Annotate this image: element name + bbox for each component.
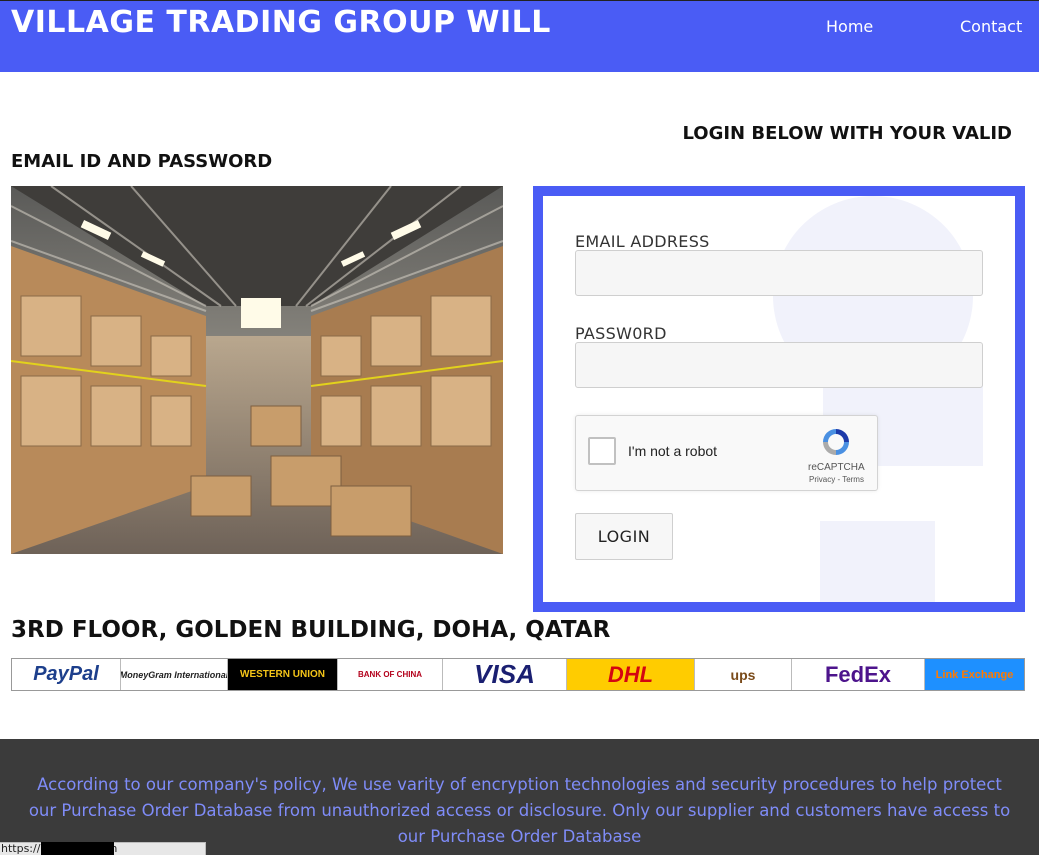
redaction-block bbox=[41, 842, 114, 855]
company-address: 3RD FLOOR, GOLDEN BUILDING, DOHA, QATAR bbox=[11, 617, 611, 643]
login-instruction-line2: EMAIL ID AND PASSWORD bbox=[11, 151, 273, 172]
dhl-logo: DHL bbox=[567, 659, 695, 690]
visa-logo: VISA bbox=[443, 659, 567, 690]
recaptcha-checkbox[interactable] bbox=[588, 437, 616, 465]
nav-home-link[interactable]: Home bbox=[826, 17, 873, 36]
site-header: VILLAGE TRADING GROUP WILL Home Contact bbox=[0, 0, 1039, 72]
login-button[interactable]: LOGIN bbox=[575, 513, 673, 560]
site-title: VILLAGE TRADING GROUP WILL bbox=[11, 5, 551, 40]
link-exchange-logo: Link Exchange bbox=[925, 659, 1024, 690]
password-label: PASSW0RD bbox=[575, 324, 667, 343]
recaptcha-label: I'm not a robot bbox=[628, 443, 718, 459]
recaptcha-terms-link[interactable]: Privacy - Terms bbox=[809, 475, 864, 484]
paypal-logo: PayPal bbox=[12, 659, 121, 690]
login-form-frame: EMAIL ADDRESS PASSW0RD I'm not a robot r… bbox=[533, 186, 1025, 612]
warehouse-photo bbox=[11, 186, 503, 554]
email-input[interactable] bbox=[575, 250, 983, 296]
email-label: EMAIL ADDRESS bbox=[575, 232, 710, 251]
nav-contact-link[interactable]: Contact bbox=[960, 17, 1022, 36]
site-footer: According to our company's policy, We us… bbox=[0, 739, 1039, 855]
fedex-logo: FedEx bbox=[792, 659, 925, 690]
watermark-shape bbox=[820, 521, 935, 602]
login-form: EMAIL ADDRESS PASSW0RD I'm not a robot r… bbox=[543, 196, 1015, 602]
recaptcha-brand: reCAPTCHA bbox=[808, 462, 865, 473]
western-union-logo: WESTERN UNION bbox=[228, 659, 338, 690]
security-policy-text: According to our company's policy, We us… bbox=[28, 775, 1011, 846]
payment-logos-strip: PayPal MoneyGram International WESTERN U… bbox=[11, 658, 1025, 691]
recaptcha-widget: I'm not a robot reCAPTCHA Privacy - Term… bbox=[575, 415, 878, 491]
password-input[interactable] bbox=[575, 342, 983, 388]
moneygram-logo: MoneyGram International bbox=[121, 659, 228, 690]
recaptcha-logo-icon bbox=[823, 429, 849, 455]
login-instruction-line1: LOGIN BELOW WITH YOUR VALID bbox=[682, 123, 1012, 144]
bank-of-china-logo: BANK OF CHINA bbox=[338, 659, 443, 690]
ups-logo: ups bbox=[695, 659, 792, 690]
